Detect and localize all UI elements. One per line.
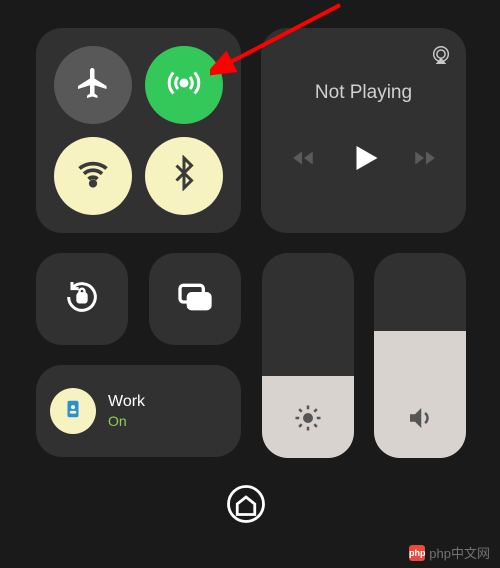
connectivity-panel[interactable]	[36, 28, 241, 233]
watermark-text: php中文网	[429, 543, 490, 562]
media-panel[interactable]: Not Playing	[261, 28, 466, 233]
airplane-mode-button[interactable]	[54, 46, 132, 124]
screen-mirroring-button[interactable]	[149, 253, 241, 345]
volume-slider[interactable]	[374, 253, 466, 458]
watermark: php php中文网	[409, 543, 490, 562]
home-icon	[225, 483, 267, 530]
play-button[interactable]	[346, 140, 382, 181]
cellular-data-button[interactable]	[145, 46, 223, 124]
id-badge-icon	[62, 398, 84, 425]
brightness-slider[interactable]	[262, 253, 354, 458]
cellular-icon	[166, 65, 202, 106]
focus-mode-icon-wrap	[50, 388, 96, 434]
rotation-lock-button[interactable]	[36, 253, 128, 345]
volume-icon	[405, 403, 435, 438]
airplay-icon[interactable]	[430, 44, 452, 66]
bluetooth-button[interactable]	[145, 137, 223, 215]
wifi-button[interactable]	[54, 137, 132, 215]
focus-status: On	[108, 413, 145, 429]
watermark-logo: php	[409, 545, 425, 561]
screen-mirroring-icon	[175, 277, 215, 322]
rotation-lock-icon	[62, 277, 102, 322]
focus-name: Work	[108, 393, 145, 411]
media-title: Not Playing	[315, 82, 412, 104]
brightness-icon	[293, 403, 323, 438]
wifi-icon	[75, 155, 111, 196]
home-button[interactable]	[220, 480, 272, 532]
skip-back-icon[interactable]	[290, 145, 316, 176]
bluetooth-icon	[166, 155, 202, 196]
airplane-icon	[75, 65, 111, 106]
skip-forward-icon[interactable]	[412, 145, 438, 176]
focus-tile[interactable]: Work On	[36, 365, 241, 457]
